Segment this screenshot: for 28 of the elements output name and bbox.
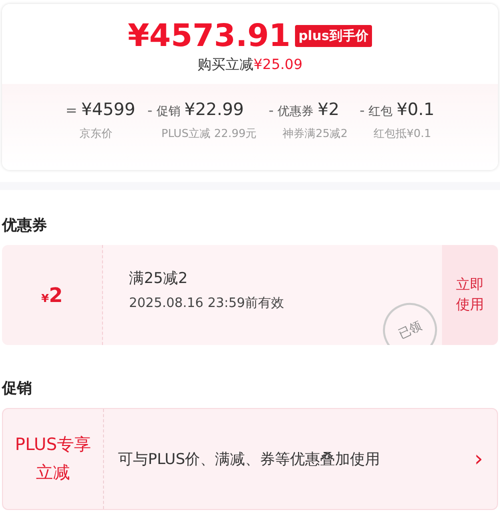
operator: - <box>147 103 152 119</box>
final-price: ¥4573.91 <box>128 18 290 54</box>
use-now-button[interactable]: 立即使用 <box>442 245 498 345</box>
operator: - <box>360 103 365 119</box>
breakdown-amount: ¥0.1 <box>396 100 434 120</box>
operator: - <box>268 103 274 119</box>
operator: = <box>66 103 78 119</box>
promo-card[interactable]: PLUS专享立减 可与PLUS价、满减、券等优惠叠加使用 › <box>2 408 498 510</box>
price-badge: plus到手价 <box>294 25 372 47</box>
breakdown-label: 红包 <box>368 103 393 120</box>
promo-tag: PLUS专享立减 <box>7 431 99 487</box>
breakdown-note: PLUS立减 22.99元 <box>160 126 257 141</box>
breakdown-amount: ¥4599 <box>81 100 136 120</box>
chevron-icon: › <box>474 446 497 472</box>
breakdown-label: 促销 <box>156 103 180 120</box>
saving-text: 购买立减¥25.09 <box>198 56 302 74</box>
breakdown-amount: ¥22.99 <box>184 100 244 120</box>
section-heading: 优惠券 <box>2 216 48 235</box>
coupon-condition: 满25减2 <box>129 269 189 288</box>
breakdown-note: 红包抵¥0.1 <box>372 126 432 141</box>
coupon-value: ¥2 <box>41 283 63 307</box>
breakdown-label: 优惠券 <box>278 103 314 120</box>
coupon-validity: 2025.08.16 23:59前有效 <box>129 295 286 312</box>
section-heading: 促销 <box>2 379 33 398</box>
breakdown-note: 京东价 <box>78 126 114 141</box>
breakdown-amount: ¥2 <box>318 100 340 120</box>
breakdown-note: 神券满25减2 <box>282 126 348 141</box>
promo-description: 可与PLUS价、满减、券等优惠叠加使用 <box>117 450 382 468</box>
